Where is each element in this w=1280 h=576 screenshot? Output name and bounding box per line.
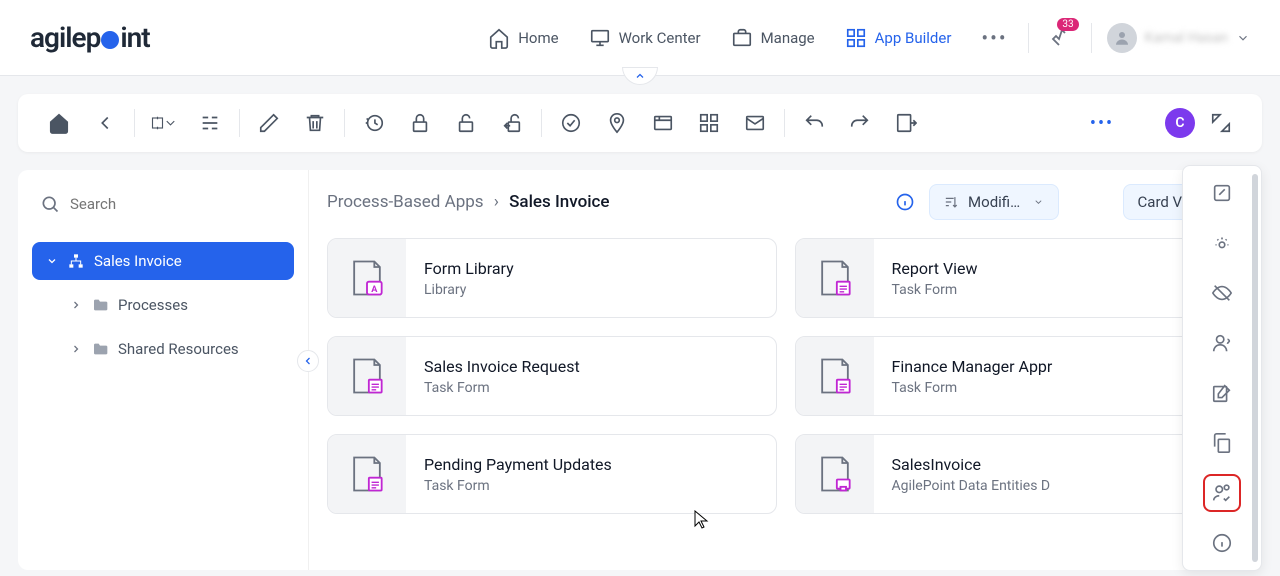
nav-appbuilder[interactable]: App Builder [845,27,952,49]
card-salesinvoice-entity[interactable]: SalesInvoice AgilePoint Data Entities D [795,434,1245,514]
tree-child-processes[interactable]: Processes [32,286,294,324]
logo: agilepint [30,21,150,54]
search-wrap [32,184,294,224]
avatar-icon [1107,23,1137,53]
top-header: agilepint Home Work Center Manage App Bu… [0,0,1280,76]
form-icon [328,435,406,513]
content-header: Process-Based Apps › Sales Invoice Modif… [327,184,1244,220]
rail-user-unknown-button[interactable] [1209,330,1235,356]
chevron-down-icon [1236,31,1250,45]
tb-apps-button[interactable] [695,109,723,137]
rail-compose-button[interactable] [1209,380,1235,406]
header-right: 33 Kamal Hasan [1028,23,1250,53]
tb-export-button[interactable] [892,109,920,137]
tb-home-button[interactable] [45,109,73,137]
ellipsis-icon: ••• [981,26,1007,50]
cards-grid: A Form Library Library Report View Task … [327,238,1244,514]
rail-info-button[interactable] [1209,530,1235,556]
tree-root-sales-invoice[interactable]: Sales Invoice [32,242,294,280]
form-icon [796,239,874,317]
tree-child-shared-resources[interactable]: Shared Resources [32,330,294,368]
main-nav: Home Work Center Manage App Builder ••• [488,26,1007,50]
tb-undo-button[interactable] [800,109,828,137]
tb-redo-button[interactable] [846,109,874,137]
chevron-right-icon [70,343,82,355]
rail-users-check-button[interactable] [1209,480,1235,506]
right-rail [1182,165,1262,571]
toolbar: ••• C [18,94,1262,152]
tb-history-button[interactable] [360,109,388,137]
info-icon[interactable] [895,192,915,212]
folder-icon [92,297,108,313]
search-icon [40,194,60,214]
rail-disable-button[interactable] [1209,280,1235,306]
library-icon: A [328,239,406,317]
svg-text:A: A [371,285,378,295]
tb-crop-button[interactable] [150,109,178,137]
nav-more[interactable]: ••• [981,26,1007,50]
chevron-down-icon [46,255,58,267]
sitemap-icon [68,253,84,269]
tb-unlock-button[interactable] [452,109,480,137]
user-menu[interactable]: Kamal Hasan [1091,23,1250,53]
form-icon [796,337,874,415]
sort-dropdown[interactable]: Modifie… [929,184,1059,220]
tb-mail-button[interactable] [741,109,769,137]
collapse-header-button[interactable] [622,67,658,85]
tb-location-button[interactable] [603,109,631,137]
card-finance-manager-appr[interactable]: Finance Manager Appr Task Form [795,336,1245,416]
notif-badge: 33 [1057,18,1078,31]
rail-copy-button[interactable] [1209,430,1235,456]
card-pending-payment-updates[interactable]: Pending Payment Updates Task Form [327,434,777,514]
cursor-icon [694,510,710,534]
tb-edit-button[interactable] [255,109,283,137]
chevron-right-icon [70,299,82,311]
breadcrumb-current: Sales Invoice [509,192,609,212]
card-report-view[interactable]: Report View Task Form [795,238,1245,318]
entity-icon [796,435,874,513]
tb-delete-button[interactable] [301,109,329,137]
rail-visibility-button[interactable] [1209,230,1235,256]
form-icon [328,337,406,415]
nav-manage[interactable]: Manage [731,27,815,49]
chevron-up-icon [634,70,646,82]
tb-refresh-button[interactable]: C [1165,108,1195,138]
tb-browser-button[interactable] [649,109,677,137]
briefcase-icon [731,27,753,49]
content-area: Process-Based Apps › Sales Invoice Modif… [308,170,1262,570]
chevron-left-icon [302,355,314,367]
breadcrumb: Process-Based Apps › Sales Invoice [327,192,610,212]
nav-workcenter[interactable]: Work Center [589,27,701,49]
tb-fullscreen-button[interactable] [1207,109,1235,137]
card-form-library[interactable]: A Form Library Library [327,238,777,318]
logo-dot-icon [101,31,119,49]
tb-more-button[interactable]: ••• [1088,109,1116,137]
tb-verify-button[interactable] [557,109,585,137]
search-input[interactable] [70,195,286,213]
tb-align-button[interactable] [196,109,224,137]
tb-checkout-button[interactable] [498,109,526,137]
notifications-button[interactable]: 33 [1049,24,1073,52]
grid-icon [845,27,867,49]
sidebar: Sales Invoice Processes Shared Resources [18,170,308,570]
monitor-icon [589,27,611,49]
rail-edit-button[interactable] [1209,180,1235,206]
folder-icon [92,341,108,357]
collapse-sidebar-button[interactable] [297,350,319,372]
home-icon [488,27,510,49]
chevron-down-icon [1033,196,1044,208]
card-sales-invoice-request[interactable]: Sales Invoice Request Task Form [327,336,777,416]
sort-icon [944,194,959,210]
tree: Sales Invoice Processes Shared Resources [32,242,294,368]
tb-back-button[interactable] [91,109,119,137]
nav-home[interactable]: Home [488,27,558,49]
breadcrumb-parent[interactable]: Process-Based Apps [327,192,484,212]
tb-lock-button[interactable] [406,109,434,137]
